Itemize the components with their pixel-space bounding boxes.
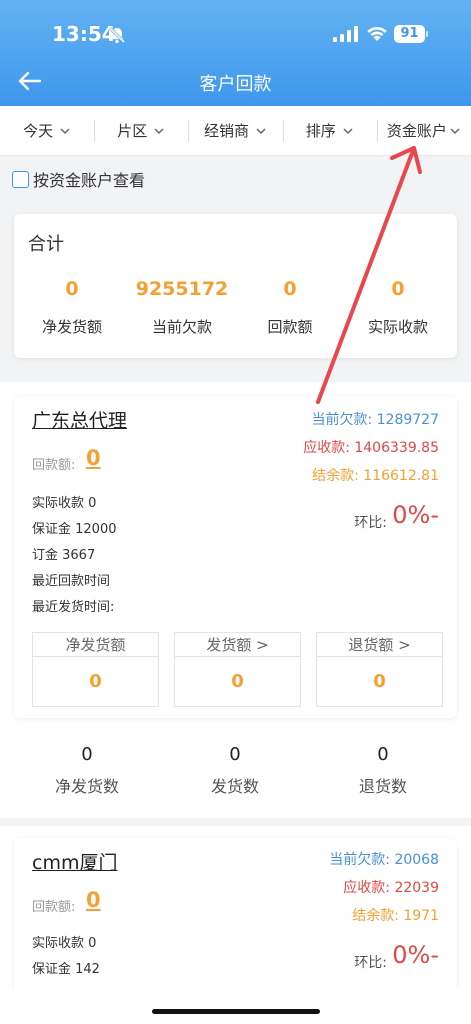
filter-dealer-label: 经销商 [204, 122, 250, 140]
bell-muted-icon [108, 26, 126, 44]
down-payment: 订金 3667 [32, 548, 96, 563]
chevron-down-icon [343, 127, 353, 134]
summary-value: 0 [391, 278, 405, 300]
deposit: 保证金 12000 [32, 522, 117, 537]
filter-fund-account[interactable]: 资金账户 [376, 106, 471, 155]
chevron-down-icon [60, 127, 70, 134]
status-time: 13:54 [52, 22, 116, 46]
count-label: 净发货数 [54, 777, 119, 796]
box-label: 发货额 > [175, 633, 300, 657]
return-box[interactable]: 退货额 > 0 [316, 632, 443, 707]
summary-value: 9255172 [135, 278, 229, 300]
filter-date-label: 今天 [23, 122, 54, 140]
filter-sort[interactable]: 排序 [282, 106, 377, 155]
ratio-value: 0%- [392, 941, 439, 969]
summary-card: 合计 0 净发货额 9255172 当前欠款 0 回款额 0 实际收款 [14, 214, 457, 358]
view-by-account-label: 按资金账户查看 [33, 171, 146, 190]
filter-bar: 今天 片区 经销商 排序 资金账户 [0, 106, 471, 156]
filter-dealer[interactable]: 经销商 [188, 106, 282, 155]
receivable: 应收款: 22039 [343, 880, 439, 896]
receipt-label: 回款额: [32, 900, 76, 915]
chevron-down-icon [154, 127, 164, 134]
ratio-value: 0%- [392, 501, 439, 529]
receipt-label: 回款额: [32, 458, 76, 473]
receipt-value[interactable]: 0 [86, 888, 101, 912]
cellular-signal-icon [333, 26, 358, 42]
chevron-down-icon [450, 127, 460, 134]
filter-sort-label: 排序 [305, 122, 336, 140]
filter-date[interactable]: 今天 [0, 106, 94, 155]
count-label: 退货数 [358, 777, 407, 796]
view-by-account-checkbox[interactable] [12, 170, 29, 188]
last-receipt-time: 最近回款时间 [32, 574, 111, 589]
wifi-icon [367, 27, 387, 41]
summary-actual-received: 0 实际收款 [343, 278, 453, 337]
count-net-shipment: 0 净发货数 [22, 744, 152, 797]
summary-label: 实际收款 [367, 318, 428, 336]
amount-boxes: 净发货额 0 发货额 > 0 退货额 > 0 [32, 632, 443, 708]
summary-label: 当前欠款 [151, 318, 212, 336]
box-value: 0 [373, 671, 386, 692]
summary-value: 0 [65, 278, 79, 300]
filter-fund-account-label: 资金账户 [386, 122, 447, 140]
box-label: 净发货额 [33, 633, 158, 657]
box-value: 0 [231, 671, 244, 692]
actual-received: 实际收款 0 [32, 936, 97, 951]
count-value: 0 [377, 744, 389, 765]
dealer-name[interactable]: 广东总代理 [32, 406, 127, 433]
filter-region-label: 片区 [117, 122, 148, 140]
summary-current-debt: 9255172 当前欠款 [127, 278, 237, 337]
dealer-card[interactable]: cmm厦门 回款额: 0 当前欠款: 20068 应收款: 22039 结余款:… [14, 838, 457, 1008]
deposit: 保证金 142 [32, 962, 100, 977]
chevron-down-icon [256, 127, 266, 134]
balance: 结余款: 1971 [352, 908, 439, 924]
ratio-label: 环比: [354, 515, 387, 531]
actual-received: 实际收款 0 [32, 496, 97, 511]
count-label: 发货数 [210, 777, 259, 796]
home-indicator [152, 1009, 320, 1014]
count-shipment: 0 发货数 [170, 744, 300, 797]
count-value: 0 [81, 744, 93, 765]
summary-title: 合计 [28, 234, 64, 255]
net-shipment-box: 净发货额 0 [32, 632, 159, 707]
summary-label: 回款额 [267, 318, 313, 336]
summary-net-shipment: 0 净发货额 [17, 278, 127, 337]
receivable: 应收款: 1406339.85 [303, 440, 439, 456]
summary-receipt: 0 回款额 [235, 278, 345, 337]
current-debt: 当前欠款: 20068 [329, 852, 439, 868]
app-header: 13:54 91 客户回款 [0, 0, 471, 106]
receipt-value[interactable]: 0 [86, 446, 101, 470]
count-return: 0 退货数 [318, 744, 448, 797]
dealer-card[interactable]: 广东总代理 回款额: 0 当前欠款: 1289727 应收款: 1406339.… [14, 396, 457, 718]
battery-level: 91 [394, 25, 425, 43]
ratio-label: 环比: [354, 955, 387, 971]
last-shipment-time: 最近发货时间: [32, 600, 115, 615]
page-title: 客户回款 [199, 74, 272, 95]
box-value: 0 [89, 671, 102, 692]
current-debt: 当前欠款: 1289727 [311, 412, 439, 428]
shipment-box[interactable]: 发货额 > 0 [174, 632, 301, 707]
battery-indicator: 91 [394, 25, 428, 43]
summary-value: 0 [283, 278, 297, 300]
box-label: 退货额 > [317, 633, 442, 657]
summary-label: 净发货额 [41, 318, 102, 336]
count-value: 0 [229, 744, 241, 765]
view-by-account-toggle[interactable]: 按资金账户查看 [12, 167, 145, 191]
filter-region[interactable]: 片区 [94, 106, 188, 155]
dealer-name[interactable]: cmm厦门 [32, 848, 117, 875]
balance: 结余款: 116612.81 [312, 468, 439, 484]
bottom-safe-area [0, 988, 471, 1024]
